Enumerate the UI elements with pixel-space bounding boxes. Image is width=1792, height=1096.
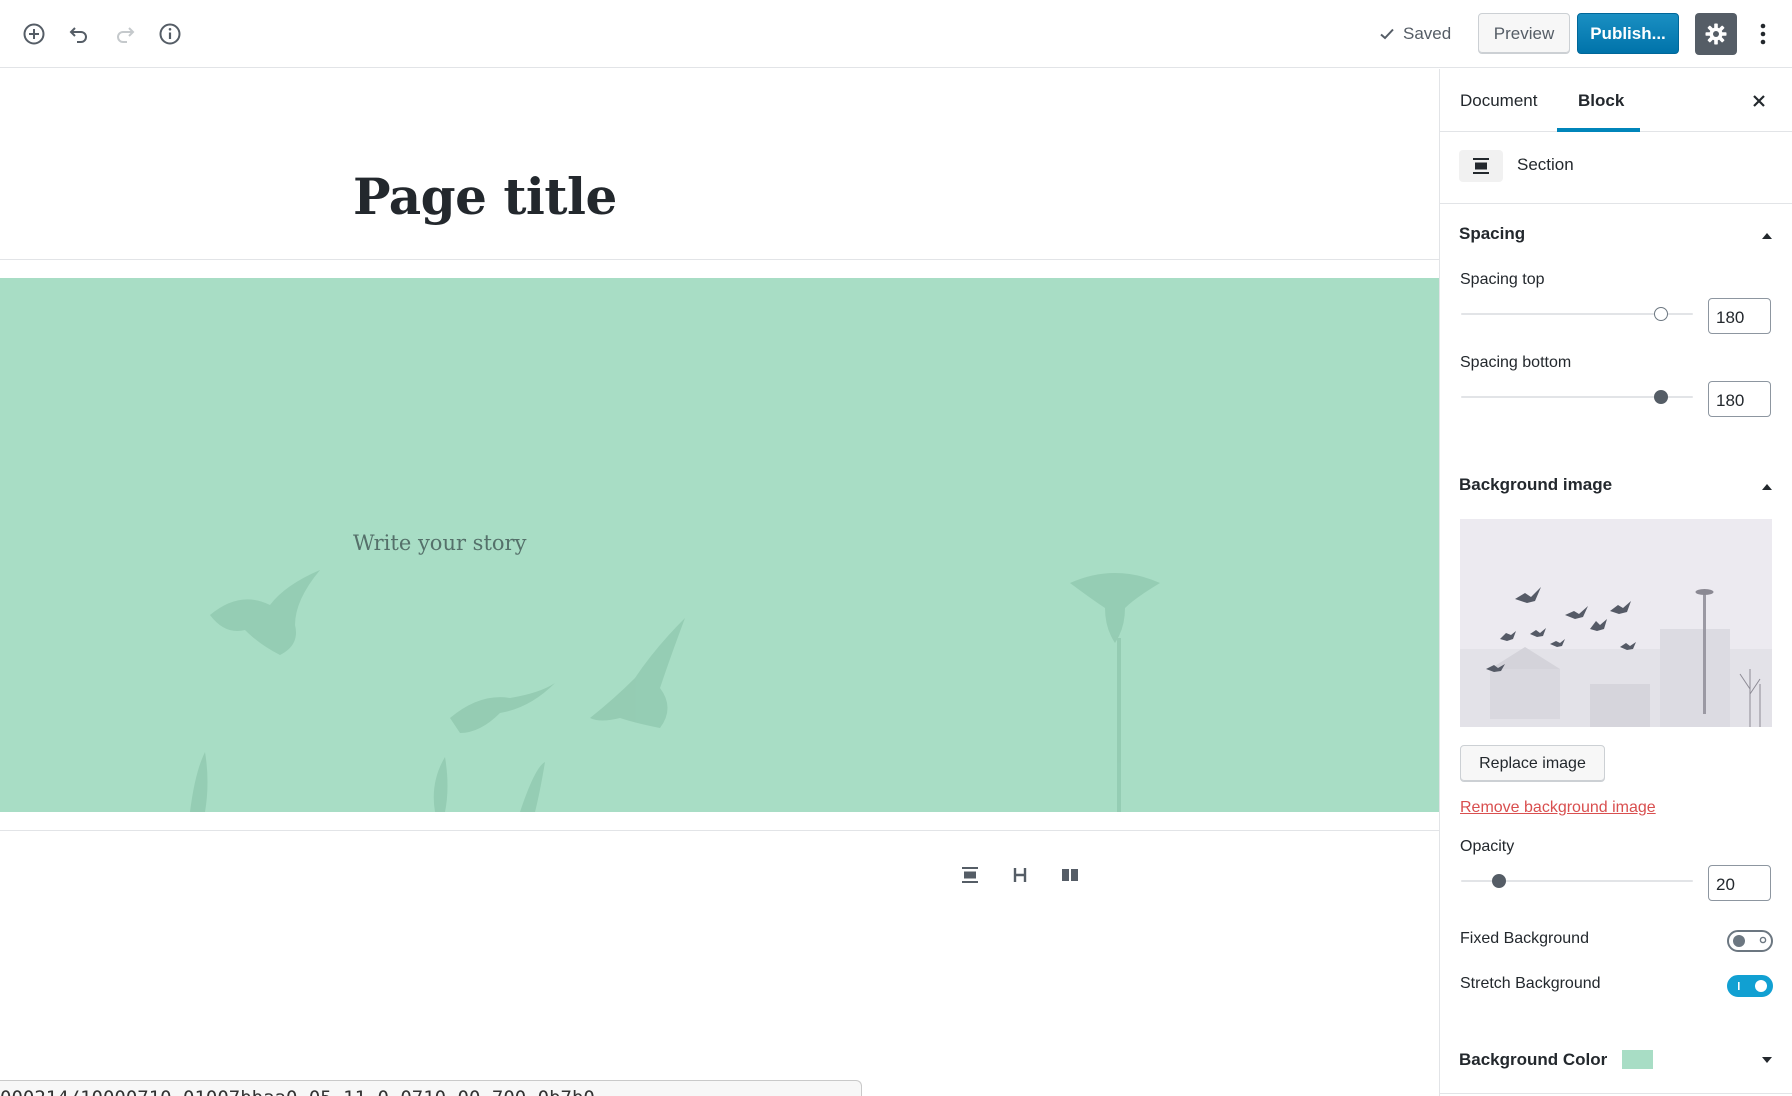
story-placeholder[interactable]: Write your story	[353, 531, 526, 555]
editor-toolbar: Saved Preview Publish...	[0, 0, 1792, 68]
publish-button[interactable]: Publish...	[1577, 13, 1679, 54]
stretch-background-label: Stretch Background	[1460, 975, 1601, 992]
section-block[interactable]: Write your story	[0, 278, 1439, 812]
preview-button[interactable]: Preview	[1478, 13, 1570, 54]
spacing-top-input[interactable]: 180	[1708, 298, 1771, 334]
background-color-panel-toggle[interactable]: Background Color	[1459, 1050, 1607, 1070]
editor-canvas: Page title Write your story 000214/10000…	[0, 69, 1439, 1096]
status-url-bar: 000214/10000710_01007bbaa0_05_11_0_0710_…	[0, 1080, 862, 1096]
settings-sidebar: Document Block Section Spacing Spacing t…	[1439, 69, 1792, 1096]
fixed-background-label: Fixed Background	[1460, 930, 1589, 947]
spacing-bottom-label: Spacing bottom	[1460, 354, 1572, 371]
caret-up-icon[interactable]	[1761, 229, 1773, 241]
spacing-top-label: Spacing top	[1460, 271, 1545, 288]
insert-heading-icon[interactable]	[1004, 859, 1036, 891]
divider	[0, 259, 1439, 260]
sidebar-tabs: Document Block	[1440, 69, 1792, 132]
undo-icon[interactable]	[59, 14, 99, 54]
spacing-panel-toggle[interactable]: Spacing	[1459, 224, 1525, 244]
gear-icon	[1705, 23, 1727, 45]
settings-button[interactable]	[1695, 13, 1737, 55]
opacity-slider-thumb[interactable]	[1492, 874, 1506, 888]
replace-image-button[interactable]: Replace image	[1460, 745, 1605, 782]
spacing-bottom-slider-thumb[interactable]	[1654, 390, 1668, 404]
add-block-icon[interactable]	[14, 14, 54, 54]
saved-status: Saved	[1378, 22, 1451, 46]
section-background-image	[190, 570, 1160, 812]
caret-down-icon[interactable]	[1761, 1054, 1773, 1066]
spacing-top-slider-thumb[interactable]	[1654, 307, 1668, 321]
checkmark-icon	[1380, 28, 1394, 40]
tab-document[interactable]: Document	[1460, 69, 1537, 132]
fixed-background-toggle[interactable]	[1727, 930, 1773, 952]
saved-label: Saved	[1403, 24, 1452, 43]
divider	[0, 830, 1439, 831]
more-options-icon[interactable]	[1746, 14, 1780, 54]
close-icon[interactable]	[1743, 85, 1775, 117]
opacity-label: Opacity	[1460, 838, 1515, 855]
insert-columns-icon[interactable]	[1054, 859, 1086, 891]
remove-background-image-link[interactable]: Remove background image	[1460, 799, 1656, 817]
background-color-swatch	[1622, 1050, 1653, 1069]
tab-block[interactable]: Block	[1578, 69, 1624, 132]
section-block-icon	[1459, 150, 1503, 182]
opacity-input[interactable]: 20	[1708, 865, 1771, 901]
background-image-preview[interactable]	[1460, 519, 1772, 727]
spacing-bottom-input[interactable]: 180	[1708, 381, 1771, 417]
page-title[interactable]: Page title	[353, 167, 617, 226]
block-card: Section	[1440, 132, 1792, 204]
redo-icon[interactable]	[105, 14, 145, 54]
insert-section-icon[interactable]	[954, 859, 986, 891]
divider	[1440, 1093, 1792, 1094]
stretch-background-toggle[interactable]	[1727, 975, 1773, 997]
info-icon[interactable]	[150, 14, 190, 54]
caret-up-icon[interactable]	[1761, 480, 1773, 492]
block-name: Section	[1517, 155, 1574, 174]
background-image-panel-toggle[interactable]: Background image	[1459, 475, 1612, 495]
